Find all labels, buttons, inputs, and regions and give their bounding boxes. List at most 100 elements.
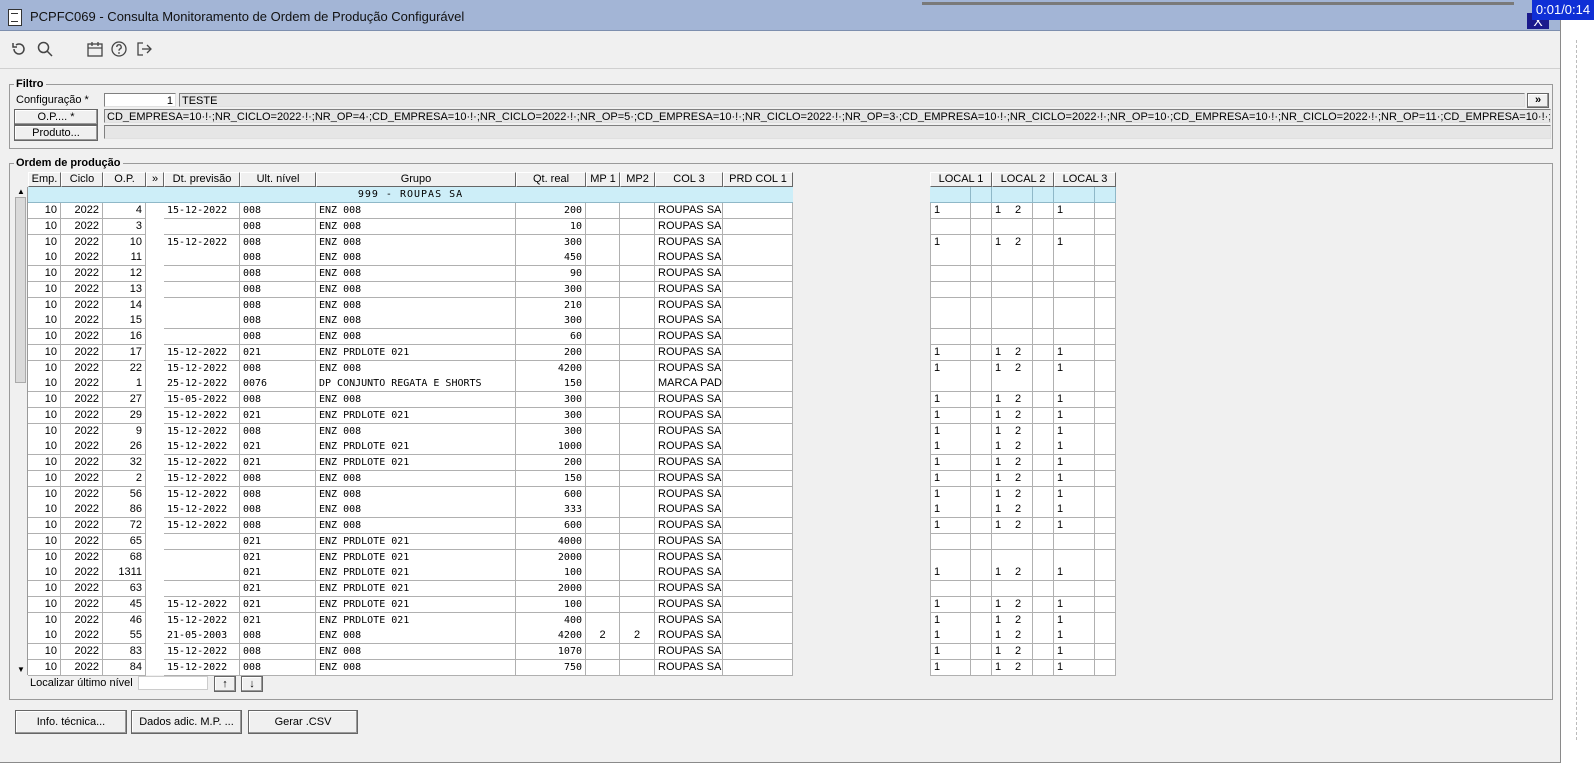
local-cell[interactable] [1033, 613, 1054, 629]
table-cell[interactable]: 100 [516, 597, 586, 613]
local-cell[interactable]: 1 [992, 361, 1013, 377]
local-cell[interactable]: 1 [992, 518, 1013, 534]
table-cell[interactable]: 300 [516, 282, 586, 298]
table-cell[interactable]: ROUPAS SA [655, 235, 723, 251]
local-cell[interactable] [1033, 376, 1054, 392]
local-cell[interactable] [1012, 266, 1033, 282]
local-cell[interactable] [992, 219, 1013, 235]
local-cell[interactable] [971, 345, 992, 361]
table-cell[interactable] [164, 534, 240, 550]
local-cell[interactable] [992, 581, 1013, 597]
produto-button[interactable]: Produto... [14, 125, 98, 141]
table-cell[interactable] [586, 644, 620, 660]
local-cell[interactable] [992, 313, 1013, 329]
table-cell[interactable]: 63 [103, 581, 146, 597]
local-cell[interactable] [950, 518, 971, 534]
table-cell[interactable]: 2022 [61, 597, 103, 613]
table-cell[interactable] [620, 250, 655, 266]
table-cell[interactable]: 150 [516, 471, 586, 487]
local-cell[interactable] [1054, 313, 1075, 329]
table-cell[interactable] [723, 392, 793, 408]
local-cell[interactable]: 1 [1054, 203, 1075, 219]
local-cell[interactable] [1074, 534, 1095, 550]
local-cell[interactable] [971, 329, 992, 345]
local-cell[interactable]: 1 [1054, 455, 1075, 471]
scroll-thumb[interactable] [15, 197, 26, 383]
table-cell[interactable]: ROUPAS SA [655, 628, 723, 644]
local-cell[interactable] [950, 644, 971, 660]
table-cell[interactable]: 10 [28, 203, 61, 219]
local-cell[interactable]: 1 [930, 203, 951, 219]
local-cell[interactable] [1095, 502, 1116, 518]
table-cell[interactable]: 26 [103, 439, 146, 455]
table-cell[interactable]: 2022 [61, 313, 103, 329]
table-cell[interactable]: 10 [28, 644, 61, 660]
table-cell[interactable]: 10 [28, 581, 61, 597]
local-cell[interactable]: 1 [1054, 408, 1075, 424]
table-cell[interactable]: ENZ 008 [316, 282, 516, 298]
table-cell[interactable]: 15-12-2022 [164, 597, 240, 613]
table-cell[interactable] [164, 282, 240, 298]
table-cell[interactable] [723, 487, 793, 503]
local-cell[interactable]: 1 [930, 345, 951, 361]
local-cell[interactable] [971, 534, 992, 550]
local-cell[interactable] [950, 282, 971, 298]
local-cell[interactable]: 1 [1054, 613, 1075, 629]
table-cell[interactable]: 008 [240, 203, 316, 219]
local-cell[interactable]: 1 [1054, 518, 1075, 534]
table-cell[interactable]: 15-12-2022 [164, 345, 240, 361]
local-cell[interactable] [1012, 376, 1033, 392]
table-cell[interactable]: 14 [103, 298, 146, 314]
local-cell[interactable] [1074, 613, 1095, 629]
table-cell[interactable]: ROUPAS SA [655, 597, 723, 613]
table-cell[interactable]: 2022 [61, 439, 103, 455]
column-header[interactable]: MP2 [620, 172, 655, 187]
table-cell[interactable]: 15-12-2022 [164, 471, 240, 487]
table-cell[interactable]: 300 [516, 313, 586, 329]
table-cell[interactable]: ENZ 008 [316, 298, 516, 314]
local-cell[interactable] [1033, 266, 1054, 282]
local-cell[interactable] [971, 282, 992, 298]
local-cell[interactable]: 1 [992, 392, 1013, 408]
table-cell[interactable]: 10 [28, 613, 61, 629]
table-cell[interactable]: 15-12-2022 [164, 235, 240, 251]
table-cell[interactable] [723, 250, 793, 266]
column-header[interactable]: Emp. [28, 172, 61, 187]
local-cell[interactable] [1054, 550, 1075, 566]
table-cell[interactable]: 65 [103, 534, 146, 550]
table-cell[interactable]: ROUPAS SA [655, 345, 723, 361]
table-cell[interactable] [164, 250, 240, 266]
local-cell[interactable]: 1 [1054, 565, 1075, 581]
local-cell[interactable] [1074, 392, 1095, 408]
local-cell[interactable] [1012, 550, 1033, 566]
local-cell[interactable] [1033, 597, 1054, 613]
table-cell[interactable]: 008 [240, 266, 316, 282]
local-cell[interactable] [950, 597, 971, 613]
table-cell[interactable]: 021 [240, 550, 316, 566]
local-cell[interactable] [1054, 298, 1075, 314]
table-cell[interactable] [723, 565, 793, 581]
table-cell[interactable] [620, 235, 655, 251]
local-cell[interactable] [950, 392, 971, 408]
local-cell[interactable] [950, 250, 971, 266]
local-cell[interactable] [950, 345, 971, 361]
table-cell[interactable] [723, 518, 793, 534]
local-cell[interactable] [971, 644, 992, 660]
table-cell[interactable] [164, 565, 240, 581]
local-cell[interactable]: 2 [1012, 392, 1033, 408]
table-cell[interactable]: ROUPAS SA [655, 565, 723, 581]
table-cell[interactable] [723, 219, 793, 235]
table-cell[interactable] [723, 376, 793, 392]
local-cell[interactable] [992, 376, 1013, 392]
table-cell[interactable]: 008 [240, 219, 316, 235]
local-cell[interactable] [992, 534, 1013, 550]
table-cell[interactable]: 15-12-2022 [164, 424, 240, 440]
table-cell[interactable]: 15-12-2022 [164, 487, 240, 503]
local-cell[interactable] [1095, 487, 1116, 503]
table-cell[interactable]: 300 [516, 392, 586, 408]
table-cell[interactable]: MARCA PADR [655, 376, 723, 392]
local-cell[interactable] [1095, 534, 1116, 550]
local-cell[interactable] [1095, 597, 1116, 613]
table-cell[interactable]: 10 [28, 250, 61, 266]
table-cell[interactable] [586, 203, 620, 219]
